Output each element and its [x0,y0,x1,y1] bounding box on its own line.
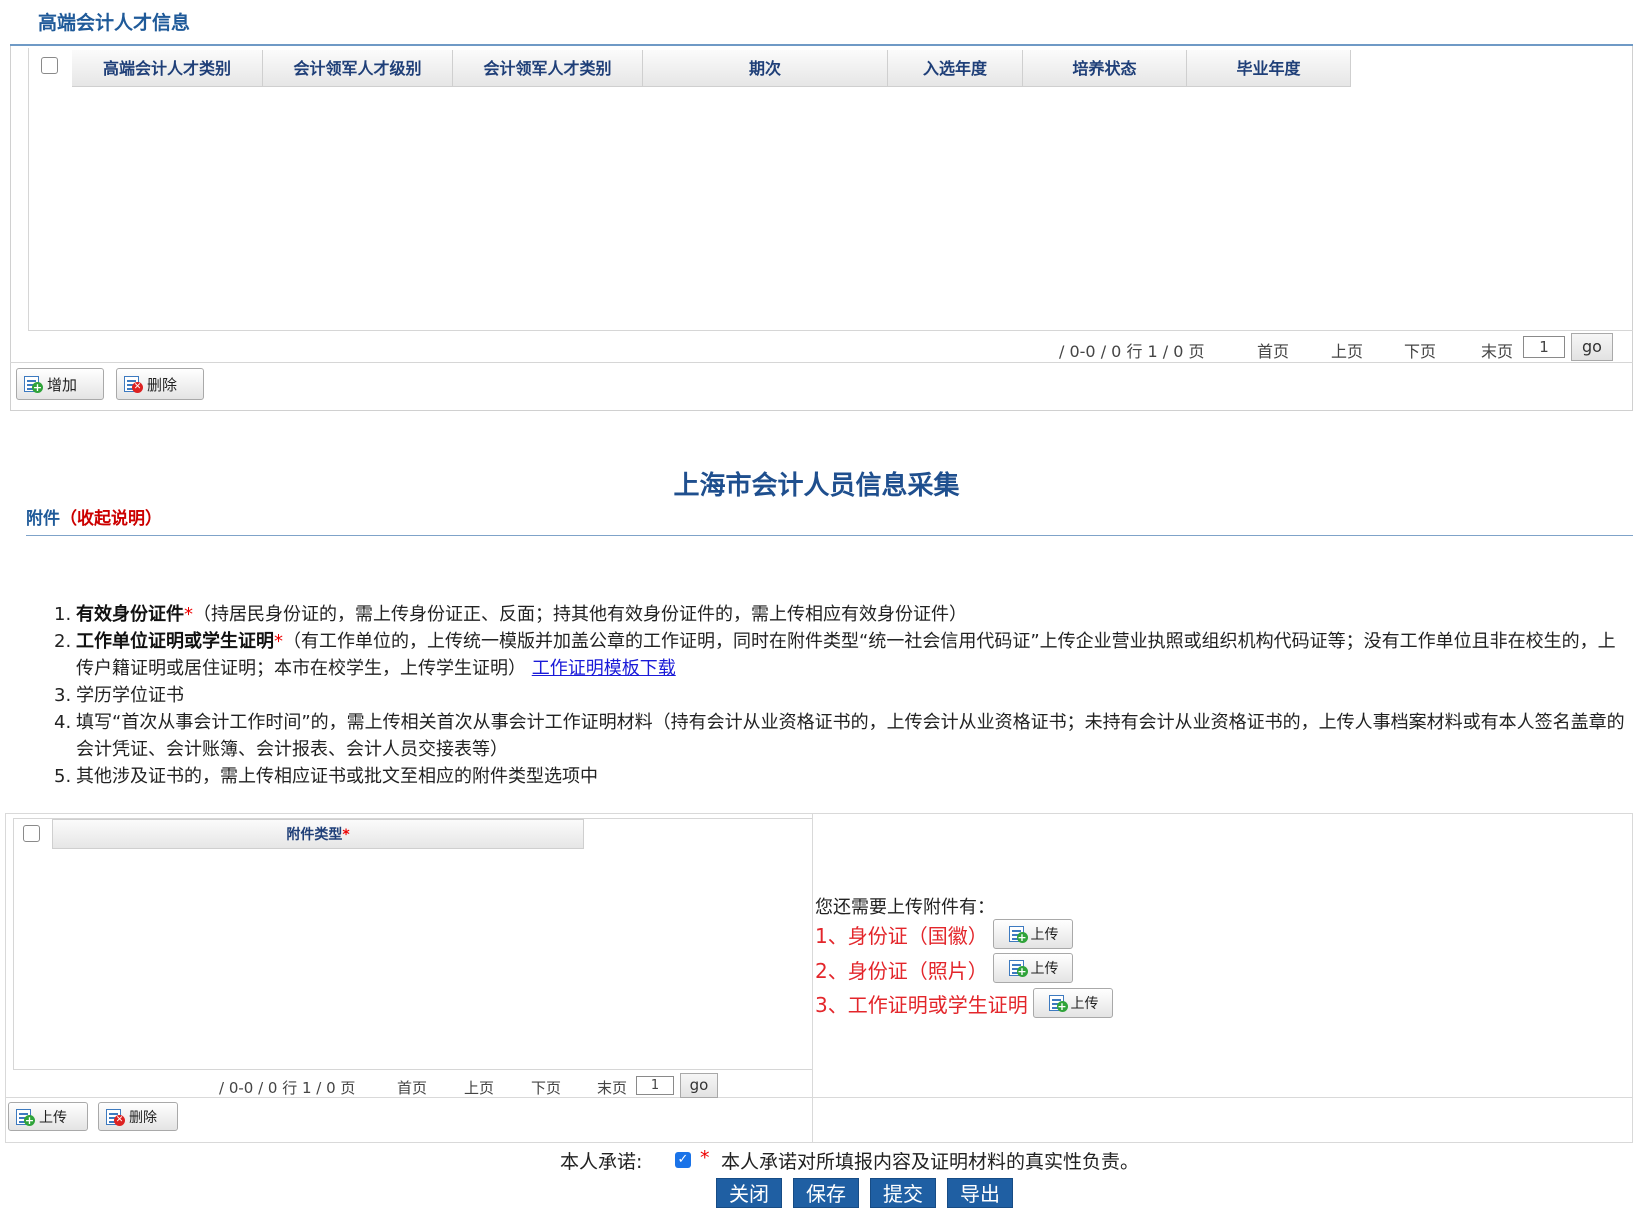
promise-text: 本人承诺对所填报内容及证明材料的真实性负责。 [721,1151,1140,1173]
pager-next-link[interactable]: 下页 [531,1077,561,1098]
needed-uploads-title: 您还需要上传附件有： [815,897,995,918]
work-proof-template-download-link[interactable]: 工作证明模板下载 [532,658,676,679]
talent-section-title: 高端会计人才信息 [38,12,191,34]
upload-icon: + [1048,994,1068,1012]
promise-required-mark: * [700,1147,710,1169]
column-header-leader-level[interactable]: 会计领军人才级别 [263,50,453,87]
pager-first-link[interactable]: 首页 [397,1077,427,1098]
pager-next-link[interactable]: 下页 [1404,338,1436,362]
talent-grid-body [28,48,1633,331]
attachments-header: 附件（收起说明） [26,504,162,529]
pager-first-link[interactable]: 首页 [1257,338,1289,362]
pager-summary: / 0-0 / 0 行 1 / 0 页 [219,1079,356,1097]
toolbar-divider [10,362,1633,363]
pager-last-link[interactable]: 末页 [597,1077,627,1098]
upload-button[interactable]: + 上传 [8,1102,88,1131]
note-item: 2. 工作单位证明或学生证明*（有工作单位的，上传统一模版并加盖公章的工作证明，… [54,631,1616,679]
attachment-grid [13,818,813,1070]
attachment-select-all-checkbox[interactable] [23,825,40,842]
column-header-period[interactable]: 期次 [643,50,888,87]
column-header-attachment-type[interactable]: 附件类型* [52,819,584,849]
column-header-training-status[interactable]: 培养状态 [1023,50,1187,87]
note-item: 1. 有效身份证件*（持居民身份证的，需上传身份证正、反面；持其他有效身份证件的… [54,604,967,625]
upload-id-photo-button[interactable]: + 上传 [993,953,1073,983]
attachments-label: 附件 [26,509,60,529]
attachment-notes: 1. 有效身份证件*（持居民身份证的，需上传身份证正、反面；持其他有效身份证件的… [54,601,1633,790]
promise-checkbox[interactable]: ✓ [675,1152,691,1168]
note-item: 3. 学历学位证书 [54,685,184,706]
collapse-notes-link[interactable]: （收起说明） [60,509,162,529]
pager-summary: / 0-0 / 0 行 1 / 0 页 [1059,342,1205,361]
needed-item-work-proof: 3、工作证明或学生证明 [815,993,1028,1017]
column-header-leader-type[interactable]: 会计领军人才类别 [453,50,643,87]
column-header-graduation-year[interactable]: 毕业年度 [1187,50,1351,87]
needed-item-id-emblem: 1、身份证（国徽） [815,924,988,948]
export-button[interactable]: 导出 [947,1178,1013,1208]
save-button[interactable]: 保存 [793,1178,859,1208]
attachment-pager: / 0-0 / 0 行 1 / 0 页 首页 上页 下页 末页 1 go [0,1073,800,1101]
upload-icon: + [15,1108,35,1126]
upload-icon: + [1008,959,1028,977]
delete-button[interactable]: ✕ 删除 [116,368,204,400]
delete-attachment-button[interactable]: ✕ 删除 [98,1102,178,1131]
column-header-selected-year[interactable]: 入选年度 [888,50,1023,87]
note-item: 4. 填写“首次从事会计工作时间”的，需上传相关首次从事会计工作证明材料（持有会… [54,712,1625,760]
top-pager: / 0-0 / 0 行 1 / 0 页 首页 上页 下页 末页 1 go [0,333,1633,361]
select-all-cell [28,50,72,87]
note-item: 5. 其他涉及证书的，需上传相应证书或批文至相应的附件类型选项中 [54,766,598,787]
upload-id-emblem-button[interactable]: + 上传 [993,919,1073,949]
select-all-checkbox[interactable] [41,57,58,74]
panel-divider-vertical [812,813,813,1143]
close-button[interactable]: 关闭 [716,1178,782,1208]
promise-label: 本人承诺: [560,1151,643,1173]
add-button[interactable]: + 增加 [16,368,104,400]
add-icon: + [23,375,43,393]
upload-work-proof-button[interactable]: + 上传 [1033,988,1113,1018]
page-title: 上海市会计人员信息采集 [673,471,960,501]
upload-icon: + [1008,925,1028,943]
page-number-input[interactable]: 1 [1523,336,1565,358]
submit-button[interactable]: 提交 [870,1178,936,1208]
attachments-divider [26,535,1633,536]
needed-item-id-photo: 2、身份证（照片） [815,959,988,983]
pager-last-link[interactable]: 末页 [1481,338,1513,362]
delete-icon: ✕ [105,1108,125,1126]
column-header-talent-type[interactable]: 高端会计人才类别 [72,50,263,87]
pager-prev-link[interactable]: 上页 [464,1077,494,1098]
talent-grid-header: 高端会计人才类别 会计领军人才级别 会计领军人才类别 期次 入选年度 培养状态 … [28,50,1351,87]
go-button[interactable]: go [1571,333,1613,361]
page-number-input[interactable]: 1 [636,1076,674,1095]
delete-icon: ✕ [123,375,143,393]
pager-prev-link[interactable]: 上页 [1331,338,1363,362]
go-button[interactable]: go [680,1073,718,1098]
